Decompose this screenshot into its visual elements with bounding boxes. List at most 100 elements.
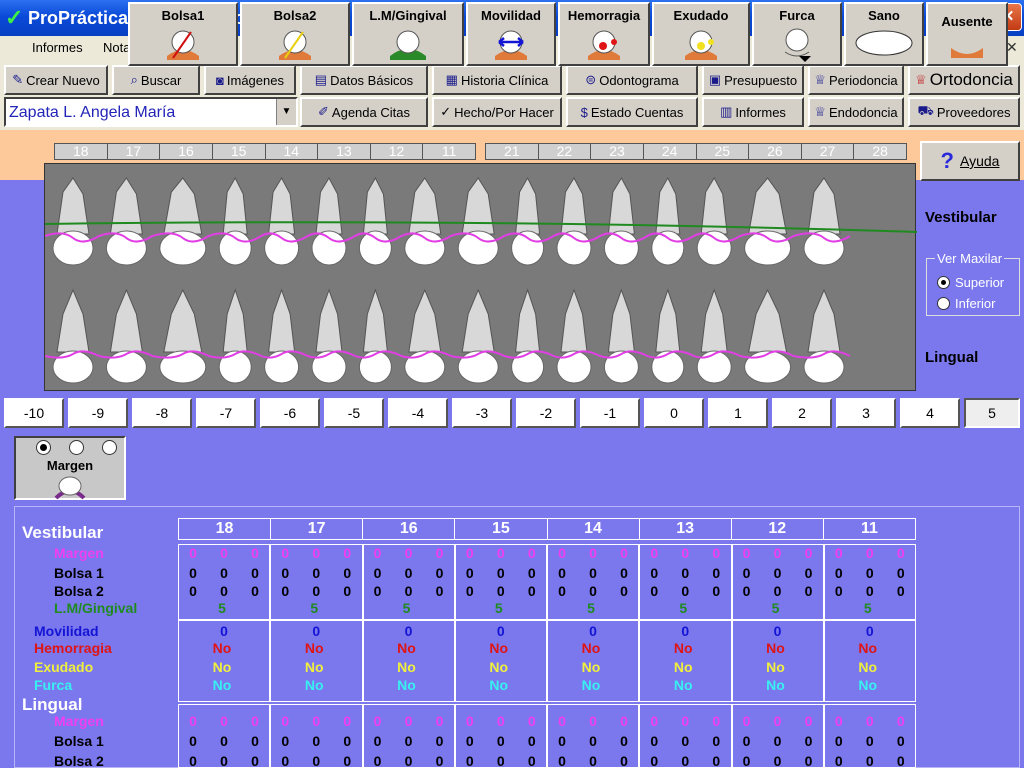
lingual-bolsa1-value[interactable]: 0 — [337, 733, 357, 749]
lingual-margen-value[interactable]: 0 — [399, 713, 419, 729]
lingual-bolsa1-value[interactable]: 0 — [522, 733, 542, 749]
bolsa1-value[interactable]: 0 — [399, 565, 419, 581]
movilidad-tool[interactable]: Movilidad — [466, 2, 556, 66]
margen-radio-2[interactable] — [69, 440, 84, 455]
lower-tooth[interactable] — [803, 288, 845, 384]
tooth-number[interactable]: 17 — [108, 144, 161, 159]
hecho-por-hacer-button[interactable]: ✓ Hecho/Por Hacer — [432, 97, 562, 127]
hemorragia-value[interactable]: No — [673, 640, 693, 656]
lingual-margen-value[interactable]: 0 — [491, 713, 511, 729]
bolsa1-value[interactable]: 0 — [522, 565, 542, 581]
lingual-margen-value[interactable]: 0 — [768, 713, 788, 729]
radio-superior-circle[interactable] — [937, 276, 950, 289]
lingual-margen-value[interactable]: 0 — [737, 713, 757, 729]
bolsa2-value[interactable]: 0 — [706, 583, 726, 599]
bolsa1-value[interactable]: 0 — [675, 565, 695, 581]
margen-value[interactable]: 0 — [460, 545, 480, 561]
lower-tooth[interactable] — [404, 288, 446, 384]
lingual-bolsa1-value[interactable]: 0 — [430, 733, 450, 749]
margen-value[interactable]: 0 — [644, 545, 664, 561]
proveedores-button[interactable]: ⛟ Proveedores — [908, 97, 1020, 127]
bolsa2-value[interactable]: 0 — [614, 583, 634, 599]
scale-button[interactable]: -7 — [196, 398, 256, 428]
margen-value[interactable]: 0 — [768, 545, 788, 561]
lingual-bolsa1-value[interactable]: 0 — [306, 733, 326, 749]
lingual-bolsa1-value[interactable]: 0 — [737, 733, 757, 749]
upper-tooth[interactable] — [556, 176, 592, 266]
lingual-bolsa1-value[interactable]: 0 — [368, 733, 388, 749]
exudado-value[interactable]: No — [581, 659, 601, 675]
radio-inferior[interactable]: Inferior — [937, 296, 995, 311]
upper-tooth[interactable] — [803, 177, 845, 266]
lower-tooth[interactable] — [651, 288, 685, 384]
upper-tooth[interactable] — [651, 176, 685, 266]
lingual-bolsa1-value[interactable]: 0 — [860, 733, 880, 749]
lm-gingival-value[interactable]: 5 — [581, 600, 601, 616]
lingual-bolsa2-value[interactable]: 0 — [675, 753, 695, 768]
lower-tooth[interactable] — [556, 288, 592, 384]
bolsa2-value[interactable]: 0 — [644, 583, 664, 599]
scale-button[interactable]: -4 — [388, 398, 448, 428]
tooth-number[interactable]: 21 — [486, 144, 539, 159]
exudado-value[interactable]: No — [489, 659, 509, 675]
radio-superior[interactable]: Superior — [937, 275, 1004, 290]
bolsa2-value[interactable]: 0 — [860, 583, 880, 599]
tooth-number[interactable]: 13 — [318, 144, 371, 159]
exudado-value[interactable]: No — [212, 659, 232, 675]
lm-gingival-value[interactable]: 5 — [766, 600, 786, 616]
lingual-margen-value[interactable]: 0 — [891, 713, 911, 729]
margen-value[interactable]: 0 — [399, 545, 419, 561]
hemorragia-value[interactable]: No — [304, 640, 324, 656]
movilidad-value[interactable]: 0 — [768, 623, 788, 639]
ayuda-button[interactable]: ? Ayuda — [920, 141, 1020, 181]
lingual-bolsa1-value[interactable]: 0 — [183, 733, 203, 749]
margen-value[interactable]: 0 — [614, 545, 634, 561]
bolsa1-value[interactable]: 0 — [368, 565, 388, 581]
lingual-bolsa1-value[interactable]: 0 — [275, 733, 295, 749]
margen-value[interactable]: 0 — [214, 545, 234, 561]
tooth-number[interactable]: 11 — [423, 144, 475, 159]
lm-gingival-value[interactable]: 5 — [858, 600, 878, 616]
bolsa1-value[interactable]: 0 — [552, 565, 572, 581]
lingual-bolsa2-value[interactable]: 0 — [614, 753, 634, 768]
lingual-margen-value[interactable]: 0 — [799, 713, 819, 729]
lingual-bolsa2-value[interactable]: 0 — [522, 753, 542, 768]
exudado-tool[interactable]: Exudado — [652, 2, 750, 66]
lingual-bolsa1-value[interactable]: 0 — [675, 733, 695, 749]
lingual-margen-value[interactable]: 0 — [552, 713, 572, 729]
margen-radio-3[interactable] — [102, 440, 117, 455]
bolsa1-value[interactable]: 0 — [491, 565, 511, 581]
lingual-margen-value[interactable]: 0 — [275, 713, 295, 729]
lingual-margen-value[interactable]: 0 — [644, 713, 664, 729]
lingual-bolsa2-value[interactable]: 0 — [737, 753, 757, 768]
lm-gingival-value[interactable]: 5 — [304, 600, 324, 616]
patient-select[interactable]: Zapata L. Angela María ▼ — [4, 97, 298, 127]
lingual-bolsa2-value[interactable]: 0 — [583, 753, 603, 768]
lower-tooth[interactable] — [358, 288, 392, 384]
bolsa2-value[interactable]: 0 — [399, 583, 419, 599]
furca-tool[interactable]: Furca — [752, 2, 842, 66]
lm-gingival-tool[interactable]: L.M/Gingival — [352, 2, 464, 66]
bolsa2-value[interactable]: 0 — [675, 583, 695, 599]
lower-tooth[interactable] — [159, 288, 207, 384]
lingual-bolsa2-value[interactable]: 0 — [368, 753, 388, 768]
bolsa2-value[interactable]: 0 — [430, 583, 450, 599]
bolsa2-value[interactable]: 0 — [552, 583, 572, 599]
lower-tooth[interactable] — [603, 288, 639, 384]
bolsa2-value[interactable]: 0 — [306, 583, 326, 599]
margen-value[interactable]: 0 — [430, 545, 450, 561]
upper-tooth[interactable] — [159, 177, 207, 266]
agenda-citas-button[interactable]: ✐ Agenda Citas — [300, 97, 428, 127]
lm-gingival-value[interactable]: 5 — [489, 600, 509, 616]
lingual-bolsa2-value[interactable]: 0 — [306, 753, 326, 768]
bolsa1-value[interactable]: 0 — [245, 565, 265, 581]
bolsa2-value[interactable]: 0 — [183, 583, 203, 599]
tooth-number[interactable]: 25 — [697, 144, 750, 159]
furca-value[interactable]: No — [212, 677, 232, 693]
lower-tooth[interactable] — [52, 288, 94, 384]
imagenes-button[interactable]: ◙ Imágenes — [204, 65, 296, 95]
lower-tooth[interactable] — [218, 288, 252, 384]
scale-button[interactable]: 4 — [900, 398, 960, 428]
lingual-margen-value[interactable]: 0 — [337, 713, 357, 729]
bolsa2-value[interactable]: 0 — [275, 583, 295, 599]
